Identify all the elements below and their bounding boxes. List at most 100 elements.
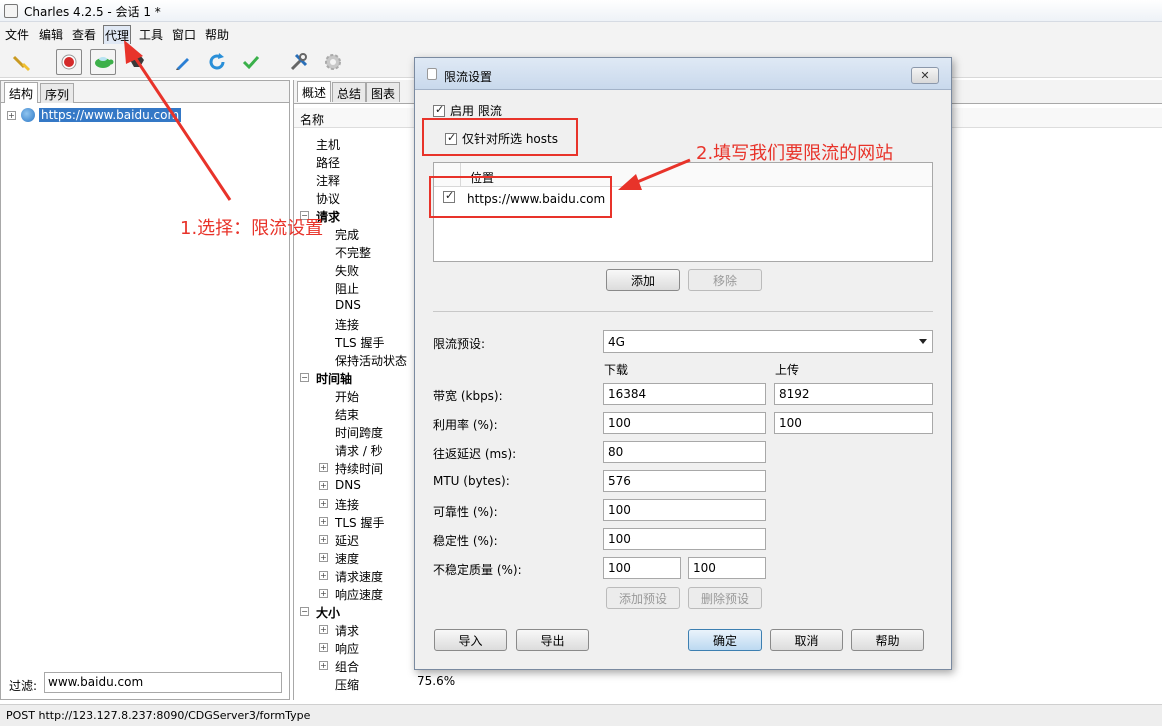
filter-label: 过滤: <box>9 679 38 693</box>
menu-view[interactable]: 查看 <box>71 25 97 44</box>
prop-protocol: 协议 <box>316 192 341 206</box>
expand-icon[interactable]: + <box>319 553 328 562</box>
window-title: Charles 4.2.5 - 会话 1 * <box>24 5 161 19</box>
prop-host: 主机 <box>316 138 341 152</box>
unstable-quality-label: 不稳定质量 (%): <box>433 563 522 577</box>
unstable-quality-low-input[interactable]: 100 <box>603 557 681 579</box>
collapse-icon[interactable]: − <box>300 607 309 616</box>
bandwidth-upload-input[interactable]: 8192 <box>774 383 933 405</box>
prop-size-combined: 组合 <box>335 660 360 674</box>
prop-notes: 注释 <box>316 174 341 188</box>
charles-app-icon <box>4 4 18 18</box>
upload-column-header: 上传 <box>775 363 800 377</box>
bandwidth-label: 带宽 (kbps): <box>433 389 503 403</box>
tab-summary[interactable]: 总结 <box>332 82 367 102</box>
mtu-input[interactable]: 576 <box>603 470 766 492</box>
utilisation-label: 利用率 (%): <box>433 418 498 432</box>
expand-icon[interactable]: + <box>319 517 328 526</box>
unstable-quality-high-input[interactable]: 100 <box>688 557 766 579</box>
annotation-box-hosts <box>422 118 578 156</box>
add-location-button[interactable]: 添加 <box>606 269 680 291</box>
prop-tls: TLS 握手 <box>335 336 385 350</box>
remove-location-button[interactable]: 移除 <box>688 269 762 291</box>
dialog-title: 限流设置 <box>444 70 493 84</box>
import-button[interactable]: 导入 <box>434 629 507 651</box>
filter-input[interactable]: www.baidu.com <box>44 672 282 693</box>
help-button[interactable]: 帮助 <box>851 629 924 651</box>
checkmark-icon[interactable] <box>238 49 264 75</box>
preset-selected-value: 4G <box>608 335 625 349</box>
dialog-title-bar: 限流设置 ✕ <box>415 58 951 90</box>
checkbox-icon[interactable] <box>433 103 445 117</box>
tab-sequence[interactable]: 序列 <box>40 83 75 103</box>
menu-help[interactable]: 帮助 <box>204 25 230 44</box>
expand-icon[interactable]: + <box>319 499 328 508</box>
expand-icon[interactable]: + <box>7 110 16 120</box>
remove-preset-button[interactable]: 删除预设 <box>688 587 762 609</box>
expand-icon[interactable]: + <box>319 571 328 580</box>
add-preset-button[interactable]: 添加预设 <box>606 587 680 609</box>
dialog-close-button[interactable]: ✕ <box>911 67 939 84</box>
annotation-box-location <box>429 176 612 218</box>
preset-select[interactable]: 4G <box>603 330 933 353</box>
download-column-header: 下载 <box>604 363 629 377</box>
enable-throttling-checkbox[interactable]: 启用 限流 <box>433 102 502 119</box>
menu-file[interactable]: 文件 <box>4 25 30 44</box>
menu-proxy[interactable]: 代理 <box>103 25 132 46</box>
bandwidth-download-input[interactable]: 16384 <box>603 383 766 405</box>
tab-chart[interactable]: 图表 <box>366 82 401 102</box>
cancel-button[interactable]: 取消 <box>770 629 843 651</box>
expand-icon[interactable]: + <box>319 589 328 598</box>
title-bar: Charles 4.2.5 - 会话 1 * <box>0 0 1162 22</box>
prop-path: 路径 <box>316 156 341 170</box>
left-tabs: 结构 序列 <box>1 81 289 103</box>
prop-requests-per-sec: 请求 / 秒 <box>335 444 383 458</box>
export-button[interactable]: 导出 <box>516 629 589 651</box>
expand-icon[interactable]: + <box>319 625 328 634</box>
pen-icon[interactable] <box>170 49 196 75</box>
prop-dns: DNS <box>335 298 361 312</box>
breakpoint-hexagon-icon[interactable] <box>124 49 150 75</box>
prop-timespan: 时间跨度 <box>335 426 384 440</box>
stability-input[interactable]: 100 <box>603 528 766 550</box>
expand-icon[interactable]: + <box>319 643 328 652</box>
utilisation-download-input[interactable]: 100 <box>603 412 766 434</box>
prop-speed: 速度 <box>335 552 360 566</box>
prop-timeline-tls: TLS 握手 <box>335 516 385 530</box>
ok-button[interactable]: 确定 <box>688 629 762 651</box>
prop-compression: 压缩 <box>335 678 360 692</box>
expand-icon[interactable]: + <box>319 661 328 670</box>
globe-icon <box>21 108 35 122</box>
prop-timeline-dns: DNS <box>335 478 361 492</box>
latency-label: 往返延迟 (ms): <box>433 447 517 461</box>
prop-blocked: 阻止 <box>335 282 360 296</box>
latency-input[interactable]: 80 <box>603 441 766 463</box>
prop-incomplete: 不完整 <box>335 246 372 260</box>
host-tree-row[interactable]: + https://www.baidu.com <box>7 107 182 123</box>
record-button[interactable] <box>56 49 82 75</box>
status-bar: POST http://123.127.8.237:8090/CDGServer… <box>0 704 1162 726</box>
broom-icon[interactable] <box>8 49 34 75</box>
structure-panel: 结构 序列 + https://www.baidu.com 过滤: www.ba… <box>0 80 290 700</box>
prop-response-speed: 响应速度 <box>335 588 384 602</box>
tab-structure[interactable]: 结构 <box>4 82 39 103</box>
host-label[interactable]: https://www.baidu.com <box>39 108 182 122</box>
prop-timeline-connect: 连接 <box>335 498 360 512</box>
expand-icon[interactable]: + <box>319 535 328 544</box>
menu-window[interactable]: 窗口 <box>171 25 197 44</box>
reliability-input[interactable]: 100 <box>603 499 766 521</box>
tab-overview[interactable]: 概述 <box>297 81 332 102</box>
settings-gear-icon[interactable] <box>320 49 346 75</box>
refresh-icon[interactable] <box>204 49 230 75</box>
menu-edit[interactable]: 编辑 <box>38 25 64 44</box>
expand-icon[interactable]: + <box>319 463 328 472</box>
menu-tools[interactable]: 工具 <box>138 25 164 44</box>
utilisation-upload-input[interactable]: 100 <box>774 412 933 434</box>
throttle-turtle-icon[interactable] <box>90 49 116 75</box>
collapse-icon[interactable]: − <box>300 373 309 382</box>
prop-completed: 完成 <box>335 228 360 242</box>
dialog-icon <box>427 68 437 80</box>
expand-icon[interactable]: + <box>319 481 328 490</box>
prop-size-request: 请求 <box>335 624 360 638</box>
tools-icon[interactable] <box>286 49 312 75</box>
